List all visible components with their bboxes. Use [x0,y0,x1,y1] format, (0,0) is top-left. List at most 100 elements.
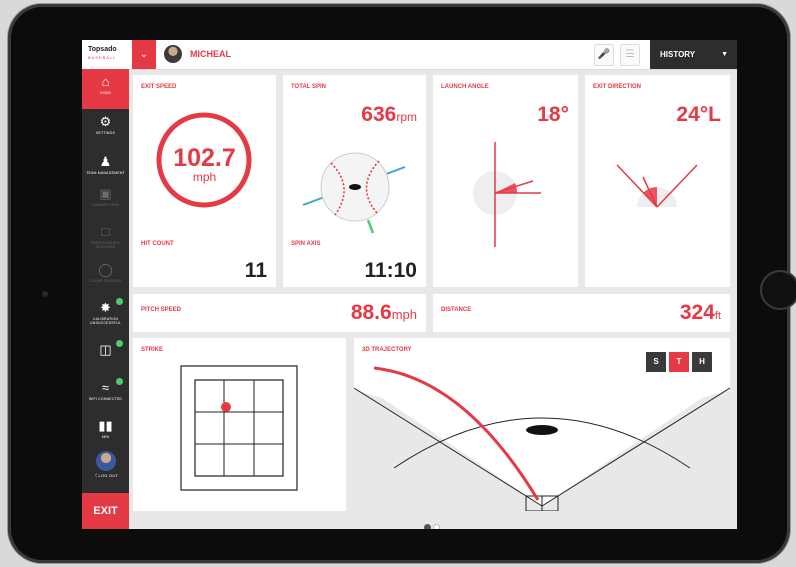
sidebar-item-label: PARTICIPATION SESSIONS [91,241,120,249]
battery-icon: ▮▮ [98,418,113,433]
sidebar-item-label: WIFI CONNECTED [88,397,123,401]
logo-main: Topsado [88,46,117,53]
strike-zone-outer [180,365,298,491]
spin-axis-value: 11:10 [364,259,417,282]
outfield-shade [354,390,730,511]
sidebar-item-logout[interactable]: 〈 LOG OUT [82,447,129,491]
home-hardware-button[interactable] [760,270,796,310]
pitch-speed-title: PITCH SPEED [141,307,182,313]
sidebar-item-label: 68% [101,435,110,439]
microphone-icon: 🎤 [597,49,611,60]
distance-card: DISTANCE 324ft [433,294,730,332]
page-dot-1[interactable] [424,524,431,529]
sidebar-item-device[interactable]: ◫ [82,337,129,377]
top-bar: Topsado BASEBALL ⌄ MICHEAL 🎤 ☰ HISTORY ▼ [82,40,737,70]
strike-zone-graphic [180,365,298,491]
sidebar-avatar [95,451,116,471]
team-icon: ♟ [99,154,112,169]
status-dot-green [116,298,123,305]
sidebar-item-label: CALIBRATION UNSUCCESSFUL [90,317,121,325]
foul-line-right [656,164,698,208]
exit-speed-value: 102.7 [173,144,236,172]
gear-icon: ⚙ [99,114,112,129]
pitch-location-marker [221,402,231,412]
app-screen: Topsado BASEBALL ⌄ MICHEAL 🎤 ☰ HISTORY ▼… [82,40,737,529]
status-dot-green [116,340,123,347]
sidebar-item-calibration[interactable]: ✸ CALIBRATION UNSUCCESSFUL [82,295,129,335]
history-dropdown[interactable]: HISTORY ▼ [650,40,737,69]
total-spin-card: TOTAL SPIN 636rpm SPIN AXIS 11:10 [283,75,426,287]
total-spin-value: 636 [361,103,397,126]
pitch-speed-unit: mph [391,307,417,322]
exit-speed-readout: 102.7 mph [133,145,276,183]
sidebar-item-label: HOME [99,91,112,95]
exit-direction-title: EXIT DIRECTION [593,84,642,90]
distance-readout: 324ft [680,301,721,325]
session-icon: □ [101,224,110,239]
clear-icon: ◯ [98,262,113,277]
exit-direction-graphic [616,164,698,208]
username-label: MICHEAL [190,49,231,59]
exit-direction-card: EXIT DIRECTION 24°L [585,75,730,287]
field-graphic [354,366,730,511]
camera-dot [42,291,48,297]
history-label: HISTORY [660,50,696,59]
sidebar-item-label: SETTINGS [95,131,116,135]
pitch-speed-readout: 88.6mph [351,301,417,325]
caret-down-icon: ▼ [721,51,728,58]
launch-angle-card: LAUNCH ANGLE 18° [433,75,578,287]
home-icon: ⌂ [101,74,110,89]
exit-speed-unit: mph [192,170,217,184]
notes-button[interactable]: ☰ [620,44,640,66]
microphone-button[interactable]: 🎤 [594,44,614,66]
distance-value: 324 [679,301,715,324]
strike-zone-inner [194,379,284,477]
logout-icon: 〈 [93,473,98,478]
sidebar-item-label: CHANGE VIEW [91,203,120,207]
launch-angle-title: LAUNCH ANGLE [441,84,489,90]
pitch-speed-card: PITCH SPEED 88.6mph [133,294,426,332]
exit-button[interactable]: EXIT [82,493,129,529]
sidebar-item-home[interactable]: ⌂ HOME [82,69,129,109]
status-dot-green [116,378,123,385]
launch-angle-value: 18° [537,103,569,126]
sidebar: ⌂ HOME ⚙ SETTINGS ♟ TEAM MANAGEMENT ▣ CH… [82,69,129,529]
distance-title: DISTANCE [441,307,472,313]
logo-sub: BASEBALL [88,55,117,60]
exit-speed-title: EXIT SPEED [141,84,177,90]
spin-tail [366,219,375,234]
camera-icon: ▣ [99,186,112,201]
pitchers-mound [526,425,558,435]
sidebar-item-label: TEAM MANAGEMENT [86,171,125,175]
total-spin-title: TOTAL SPIN [291,84,327,90]
distance-unit: ft [714,310,721,322]
launch-angle-graphic [473,142,541,247]
app-logo: Topsado BASEBALL [82,40,129,69]
hit-count-title: HIT COUNT [141,241,174,247]
total-spin-readout: 636rpm [361,103,417,127]
notes-icon: ☰ [625,49,635,60]
sidebar-item-settings[interactable]: ⚙ SETTINGS [82,109,129,149]
sidebar-item-label: 〈 LOG OUT [82,474,129,478]
chevron-down-icon: ⌄ [139,49,149,60]
page-indicator [423,518,441,529]
trajectory-card: 3D TRAJECTORY S T H [354,338,730,511]
page-dot-2[interactable] [433,524,440,529]
spin-axis-marker [349,184,361,190]
pitch-speed-value: 88.6 [350,301,392,324]
sidebar-item-sessions[interactable]: □ PARTICIPATION SESSIONS [82,219,129,259]
sidebar-item-wifi[interactable]: ≈ WIFI CONNECTED [82,375,129,415]
foul-line-left [616,164,658,208]
logout-label: LOG OUT [98,473,118,478]
strike-card: STRIKE [133,338,346,511]
sidebar-item-label: CLEAR SESSION [90,279,121,283]
user-dropdown-button[interactable]: ⌄ [132,40,156,69]
user-avatar [164,45,182,63]
exit-speed-card: EXIT SPEED 102.7 mph HIT COUNT 11 [133,75,276,287]
exit-direction-value: 24°L [676,103,721,126]
spinning-ball-graphic [302,152,406,234]
sidebar-item-clear-session[interactable]: ◯ CLEAR SESSION [82,257,129,297]
hit-count-value: 11 [244,259,267,282]
sidebar-item-change-view[interactable]: ▣ CHANGE VIEW [82,181,129,221]
spin-axis-title: SPIN AXIS [291,241,321,247]
